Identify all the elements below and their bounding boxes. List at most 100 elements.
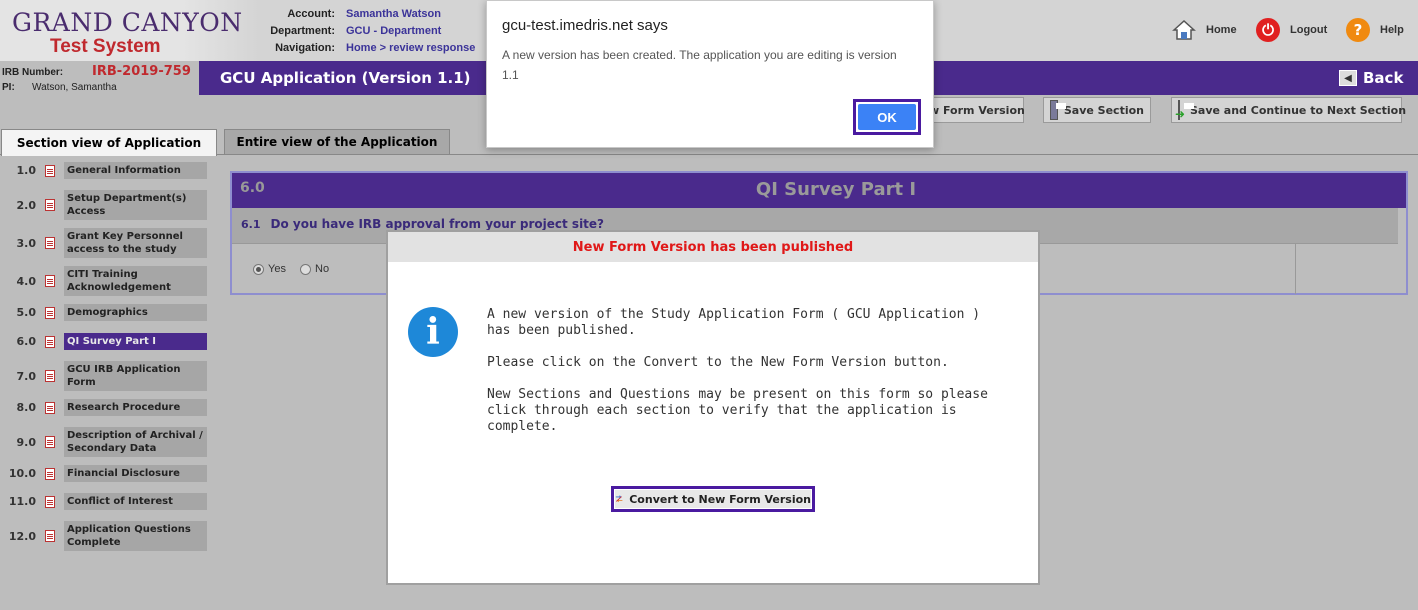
back-arrow-icon: ◀ (1339, 70, 1357, 86)
sidebar-item-conflict-of-interest[interactable]: 11.0 Conflict of Interest (0, 493, 207, 510)
save-continue-icon: ➜ (1175, 100, 1194, 121)
sidebar-item-general-information[interactable]: 1.0 General Information (0, 162, 207, 179)
pi-label: PI: (2, 82, 15, 93)
sidebar-item-label: Research Procedure (64, 399, 207, 416)
account-value: Samantha Watson (346, 8, 441, 20)
radio-no[interactable] (300, 263, 311, 275)
question-text: 6.1 Do you have IRB approval from your pr… (241, 217, 604, 231)
logout-link[interactable]: ⏻ Logout (1256, 18, 1327, 42)
sidebar-item-research-procedure[interactable]: 8.0 Research Procedure (0, 399, 207, 416)
sidebar-item-label: QI Survey Part I (64, 333, 207, 350)
document-icon (45, 237, 55, 249)
sidebar-item-number: 3.0 (16, 236, 37, 250)
sidebar-item-label: Conflict of Interest (64, 493, 207, 510)
help-icon: ? (1346, 18, 1370, 42)
browser-alert-message: A new version has been created. The appl… (502, 48, 897, 82)
home-icon (1172, 18, 1196, 42)
sidebar-item-number: 12.0 (8, 529, 36, 543)
modal-paragraph-2: Please click on the Convert to the New F… (487, 355, 949, 370)
irb-number-value: IRB-2019-759 (92, 64, 191, 79)
document-icon (45, 199, 55, 211)
sidebar-item-qi-survey[interactable]: 6.0 QI Survey Part I (0, 333, 207, 350)
department-value: GCU - Department (346, 25, 442, 37)
convert-button-label: Convert to New Form Version (629, 492, 811, 506)
navigation-breadcrumb[interactable]: Home > review response (346, 42, 475, 54)
info-icon: i (408, 307, 458, 357)
option-yes-label: Yes (268, 263, 286, 275)
sidebar-item-number: 5.0 (16, 306, 37, 319)
sidebar-item-grant-key-personnel[interactable]: 3.0 Grant Key Personnel access to the st… (0, 228, 207, 258)
tab-section-view[interactable]: Section view of Application (1, 129, 217, 156)
save-section-label: Save Section (1063, 103, 1144, 117)
sidebar-item-label: Application Questions Complete (64, 521, 207, 551)
logout-label: Logout (1290, 24, 1328, 36)
help-link[interactable]: ? Help (1346, 18, 1404, 42)
navigation-label: Navigation: (275, 42, 335, 54)
document-icon (45, 467, 55, 480)
sidebar-item-number: 6.0 (16, 335, 37, 348)
save-section-button[interactable]: Save Section (1043, 97, 1151, 123)
radio-yes[interactable] (253, 263, 264, 275)
save-continue-label: Save and Continue to Next Section (1190, 103, 1407, 117)
document-icon (45, 401, 55, 414)
document-icon (45, 436, 55, 448)
sidebar-item-label: CITI Training Acknowledgement (64, 266, 207, 296)
sidebar-item-number: 4.0 (16, 274, 37, 288)
option-no[interactable]: No (300, 263, 329, 275)
sidebar-item-setup-department[interactable]: 2.0 Setup Department(s) Access (0, 190, 207, 220)
option-no-label: No (315, 263, 330, 275)
account-label: Account: (287, 8, 335, 20)
sidebar-item-label: General Information (64, 162, 207, 179)
logo-subtitle: Test System (50, 36, 161, 57)
convert-form-version-label: w Form Version (929, 103, 1025, 117)
app-title: GCU Application (Version 1.1) (220, 69, 471, 87)
sidebar-item-number: 11.0 (8, 495, 36, 508)
browser-alert-title: gcu-test.imedris.net says (502, 17, 668, 34)
sidebar-item-number: 1.0 (16, 164, 37, 177)
sidebar-item-number: 10.0 (8, 467, 36, 480)
option-yes[interactable]: Yes (253, 263, 286, 275)
back-button[interactable]: ◀ Back (1339, 69, 1403, 87)
document-icon (45, 530, 55, 542)
document-icon (45, 275, 55, 287)
question-number: 6.1 (241, 218, 261, 231)
convert-form-version-button[interactable]: w Form Version (922, 97, 1025, 123)
modal-body: A new version of the Study Application F… (487, 307, 1007, 451)
convert-new-form-version-button[interactable]: Convert to New Form Version (614, 489, 812, 509)
section-title: QI Survey Part I (755, 179, 917, 200)
logo-title: GRAND CANYON (12, 8, 243, 37)
back-label: Back (1363, 69, 1404, 87)
home-label: Home (1206, 24, 1237, 36)
sidebar-item-citi-training[interactable]: 4.0 CITI Training Acknowledgement (0, 266, 207, 296)
document-icon (45, 164, 55, 177)
sidebar-item-label: Setup Department(s) Access (64, 190, 207, 220)
save-disk-icon (1050, 100, 1066, 120)
save-continue-button[interactable]: ➜ Save and Continue to Next Section (1171, 97, 1406, 123)
sidebar-item-gcu-irb-application[interactable]: 7.0 GCU IRB Application Form (0, 361, 207, 391)
home-link[interactable]: Home (1172, 18, 1237, 42)
pi-value: Watson, Samantha (32, 82, 117, 93)
sidebar-item-demographics[interactable]: 5.0 Demographics (0, 304, 207, 321)
sidebar-item-label: Financial Disclosure (64, 465, 207, 482)
sidebar-item-number: 7.0 (16, 369, 37, 383)
ok-button[interactable]: OK (858, 104, 916, 130)
sidebar-item-label: Grant Key Personnel access to the study (64, 228, 207, 258)
tab-entire-view[interactable]: Entire view of the Application (224, 129, 450, 155)
sidebar-item-archival-data[interactable]: 9.0 Description of Archival / Secondary … (0, 427, 207, 457)
sidebar-item-number: 9.0 (16, 435, 37, 449)
document-icon (45, 335, 55, 348)
help-label: Help (1380, 24, 1404, 36)
sidebar-item-label: GCU IRB Application Form (64, 361, 207, 391)
document-icon (45, 495, 55, 508)
sidebar-item-label: Demographics (64, 304, 207, 321)
document-icon (45, 306, 55, 319)
department-label: Department: (270, 25, 335, 37)
irb-number-label: IRB Number: (2, 67, 64, 78)
ok-button-focus-ring: OK (853, 99, 921, 135)
sidebar-item-number: 8.0 (16, 401, 37, 414)
question-label: Do you have IRB approval from your proje… (270, 217, 605, 231)
modal-title: New Form Version has been published (388, 232, 1038, 262)
convert-button-focus-ring: Convert to New Form Version (611, 486, 815, 512)
sidebar-item-financial-disclosure[interactable]: 10.0 Financial Disclosure (0, 465, 207, 482)
sidebar-item-application-complete[interactable]: 12.0 Application Questions Complete (0, 521, 207, 551)
